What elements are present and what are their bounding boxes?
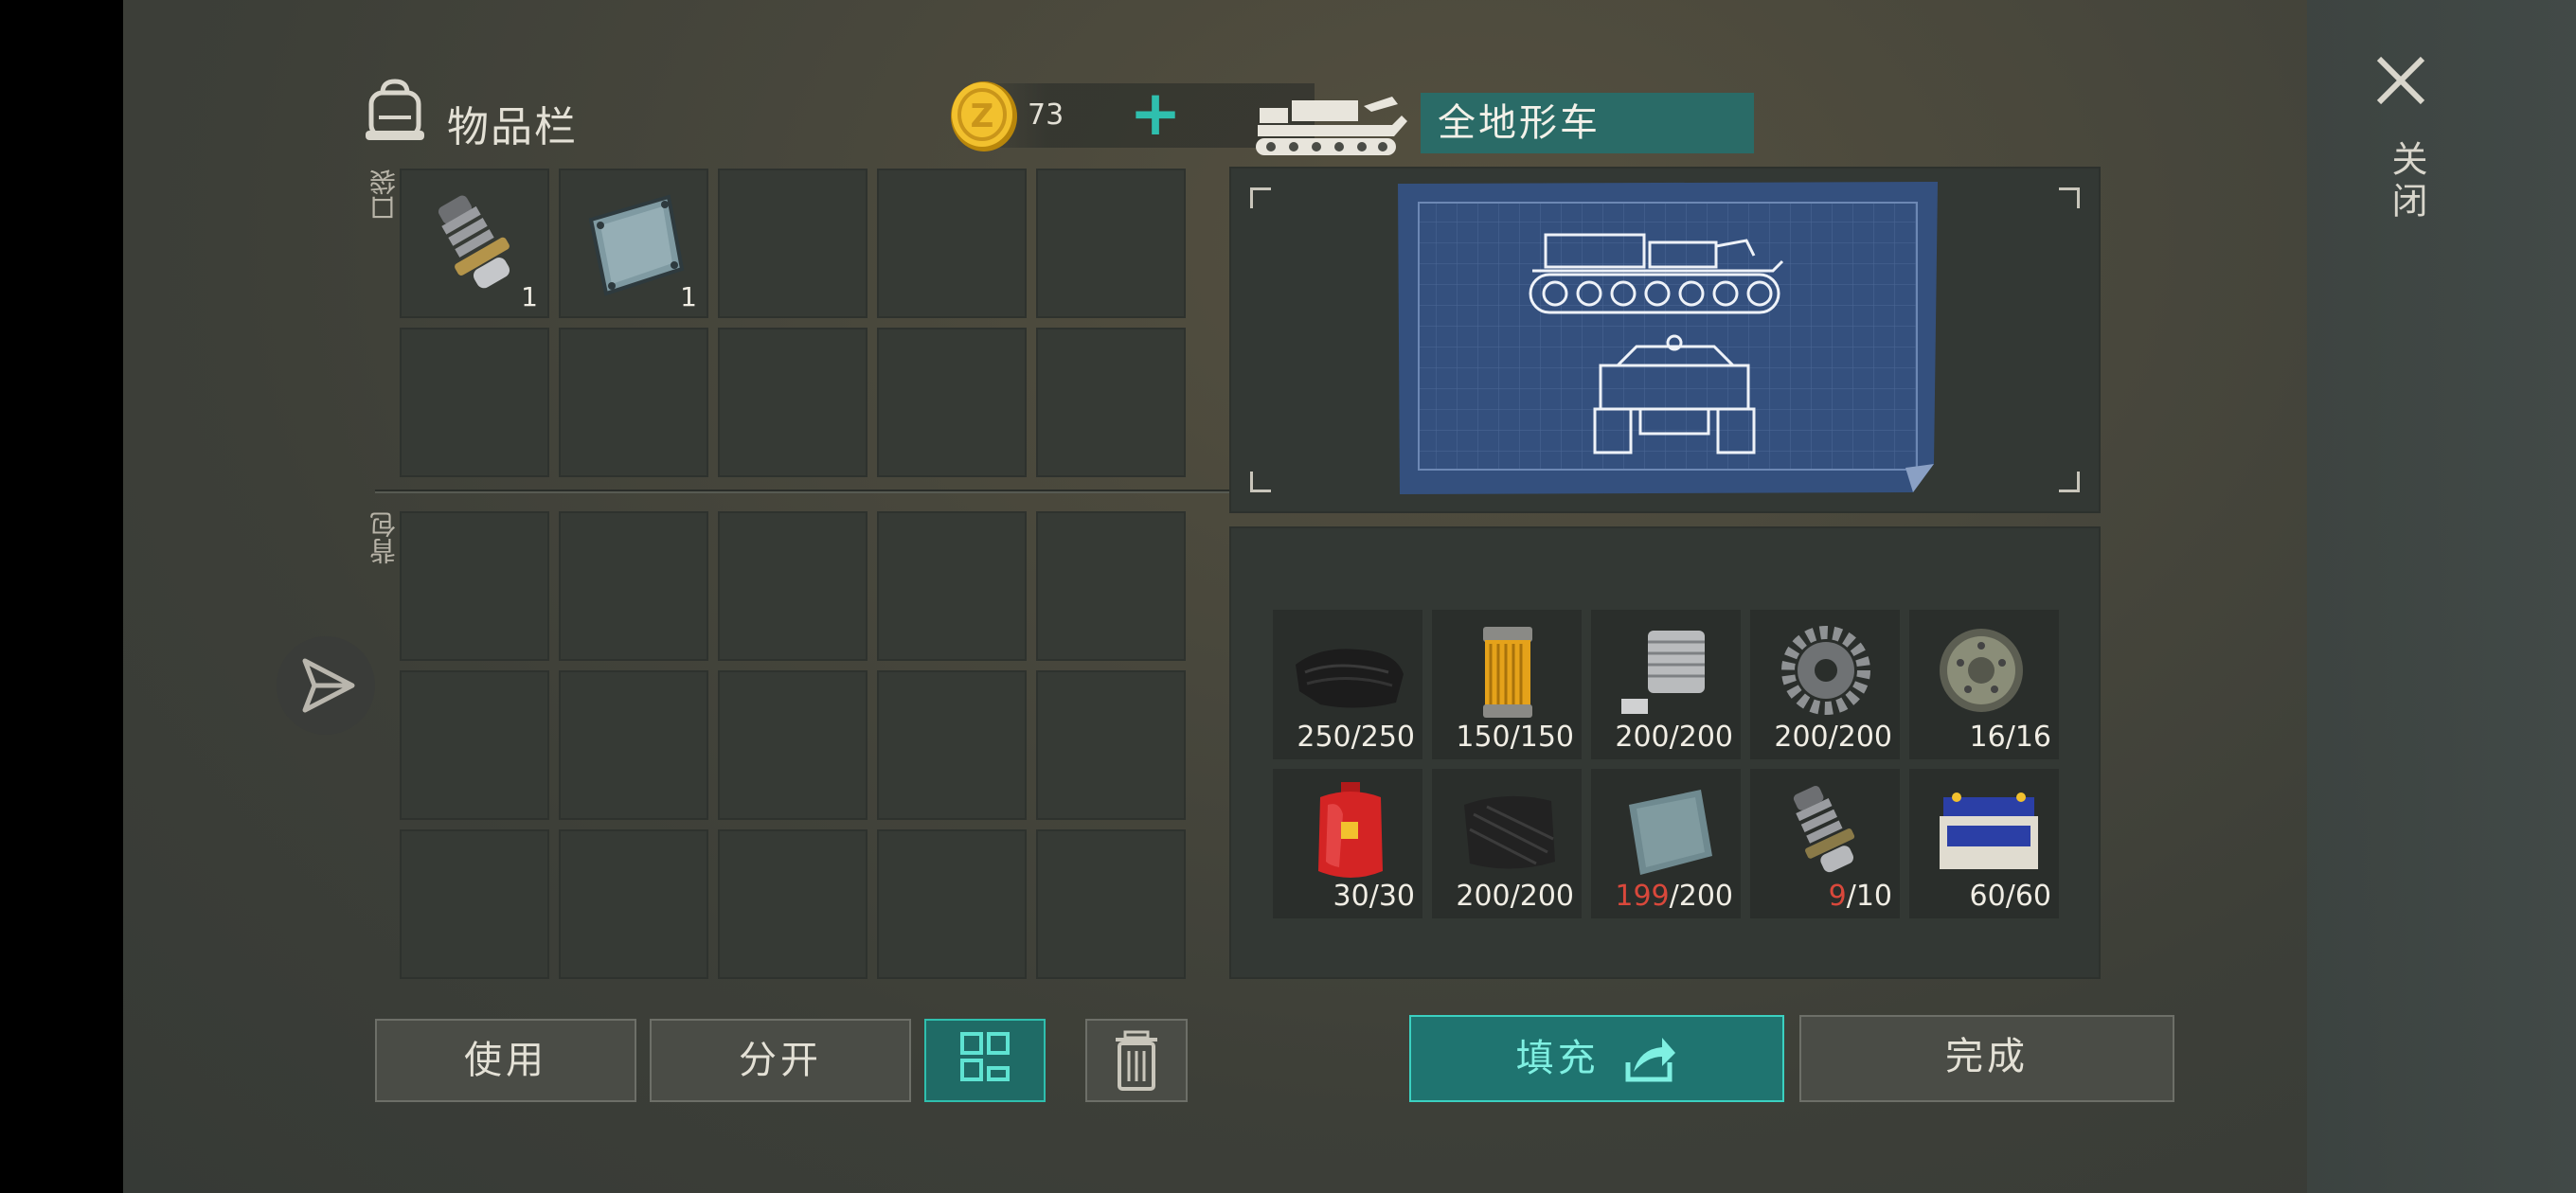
material-slot[interactable]: 150/150 xyxy=(1432,610,1582,759)
delete-button[interactable] xyxy=(1085,1019,1188,1102)
fill-label: 填充 xyxy=(1515,1037,1600,1080)
material-count: 200/200 xyxy=(1774,721,1892,754)
crafting-screen: 物品栏 Z 73 + 口袋 背包 1 1 使用 分开 全地形车 250/250 … xyxy=(123,0,2576,1193)
backpack-label: 背包 xyxy=(368,511,400,564)
gas-cylinder-icon xyxy=(1318,782,1383,878)
slot-quantity: 1 xyxy=(521,281,538,312)
pocket-slot[interactable]: 1 xyxy=(400,169,549,318)
pocket-slot[interactable] xyxy=(877,169,1027,318)
backpack-slot[interactable] xyxy=(400,829,549,979)
material-count: 199/200 xyxy=(1615,880,1733,913)
material-count: 200/200 xyxy=(1615,721,1733,754)
pocket-slot[interactable] xyxy=(559,328,708,477)
pocket-slot[interactable] xyxy=(877,328,1027,477)
backpack-slot[interactable] xyxy=(718,829,868,979)
done-button[interactable]: 完成 xyxy=(1799,1015,2174,1102)
pocket-slot[interactable] xyxy=(400,328,549,477)
add-coins-button[interactable]: + xyxy=(1123,82,1188,148)
pocket-slot[interactable] xyxy=(718,169,868,318)
pocket-slot[interactable]: 1 xyxy=(559,169,708,318)
coin-count: 73 xyxy=(1028,98,1064,132)
material-count: 30/30 xyxy=(1333,880,1415,913)
svg-text:Z: Z xyxy=(971,98,994,135)
backpack-slot[interactable] xyxy=(877,511,1027,661)
leather-icon xyxy=(1296,649,1404,708)
backpack-slot[interactable] xyxy=(877,829,1027,979)
fill-button[interactable]: 填充 xyxy=(1409,1015,1784,1102)
close-label[interactable]: 关闭 xyxy=(2381,140,2433,223)
atv-tracked-vehicle-icon xyxy=(1256,97,1407,155)
backpack-slot[interactable] xyxy=(559,829,708,979)
material-count: 150/150 xyxy=(1456,721,1574,754)
material-slot[interactable]: 60/60 xyxy=(1909,769,2059,918)
rubber-sheet-icon xyxy=(1464,795,1555,869)
vehicle-name: 全地形车 xyxy=(1421,93,1754,153)
backpack-slot[interactable] xyxy=(1036,670,1186,820)
backpack-slot[interactable] xyxy=(559,511,708,661)
right-side-panel xyxy=(2307,0,2576,1193)
engine-block-icon xyxy=(1621,631,1705,714)
sort-button[interactable] xyxy=(924,1019,1046,1102)
backpack-slot[interactable] xyxy=(1036,511,1186,661)
material-count: 60/60 xyxy=(1969,880,2051,913)
material-slot[interactable]: 9/10 xyxy=(1750,769,1900,918)
material-slot[interactable]: 16/16 xyxy=(1909,610,2059,759)
material-count: 250/250 xyxy=(1297,721,1415,754)
grid-sort-icon xyxy=(960,1032,1010,1081)
material-count: 9/10 xyxy=(1828,880,1892,913)
backpack-slot[interactable] xyxy=(400,511,549,661)
gear-icon xyxy=(1781,626,1870,715)
oil-filter-icon xyxy=(1483,627,1532,718)
material-slot[interactable]: 199/200 xyxy=(1591,769,1741,918)
slot-quantity: 1 xyxy=(680,281,697,312)
section-divider xyxy=(375,490,1313,493)
use-button[interactable]: 使用 xyxy=(375,1019,636,1102)
split-button[interactable]: 分开 xyxy=(650,1019,911,1102)
material-slot[interactable]: 200/200 xyxy=(1432,769,1582,918)
send-icon xyxy=(302,658,355,713)
backpack-slot[interactable] xyxy=(1036,829,1186,979)
fill-arrow-icon xyxy=(1625,1038,1676,1082)
gold-coin-icon: Z xyxy=(951,81,1017,151)
backpack-slot[interactable] xyxy=(718,670,868,820)
backpack-icon xyxy=(366,79,424,140)
backpack-slot[interactable] xyxy=(718,511,868,661)
spring-part-icon xyxy=(1793,785,1855,873)
material-slot[interactable]: 200/200 xyxy=(1750,610,1900,759)
backpack-slot[interactable] xyxy=(400,670,549,820)
material-count: 16/16 xyxy=(1969,721,2051,754)
metal-plate-icon xyxy=(1629,790,1712,875)
backpack-slot[interactable] xyxy=(877,670,1027,820)
trash-icon xyxy=(1116,1030,1157,1091)
send-button[interactable] xyxy=(277,636,375,735)
pocket-slot[interactable] xyxy=(1036,328,1186,477)
backpack-slot[interactable] xyxy=(559,670,708,820)
material-slot[interactable]: 200/200 xyxy=(1591,610,1741,759)
car-battery-icon xyxy=(1940,792,2038,869)
close-icon[interactable] xyxy=(2368,47,2434,114)
vehicle-blueprint-image xyxy=(1398,182,1938,494)
material-slot[interactable]: 30/30 xyxy=(1273,769,1422,918)
pocket-label: 口袋 xyxy=(368,169,400,222)
pocket-slot[interactable] xyxy=(1036,169,1186,318)
material-slot[interactable]: 250/250 xyxy=(1273,610,1422,759)
inventory-title: 物品栏 xyxy=(447,103,578,151)
tank-wheel-icon xyxy=(1940,629,2023,712)
material-count: 200/200 xyxy=(1456,880,1574,913)
pocket-slot[interactable] xyxy=(718,328,868,477)
